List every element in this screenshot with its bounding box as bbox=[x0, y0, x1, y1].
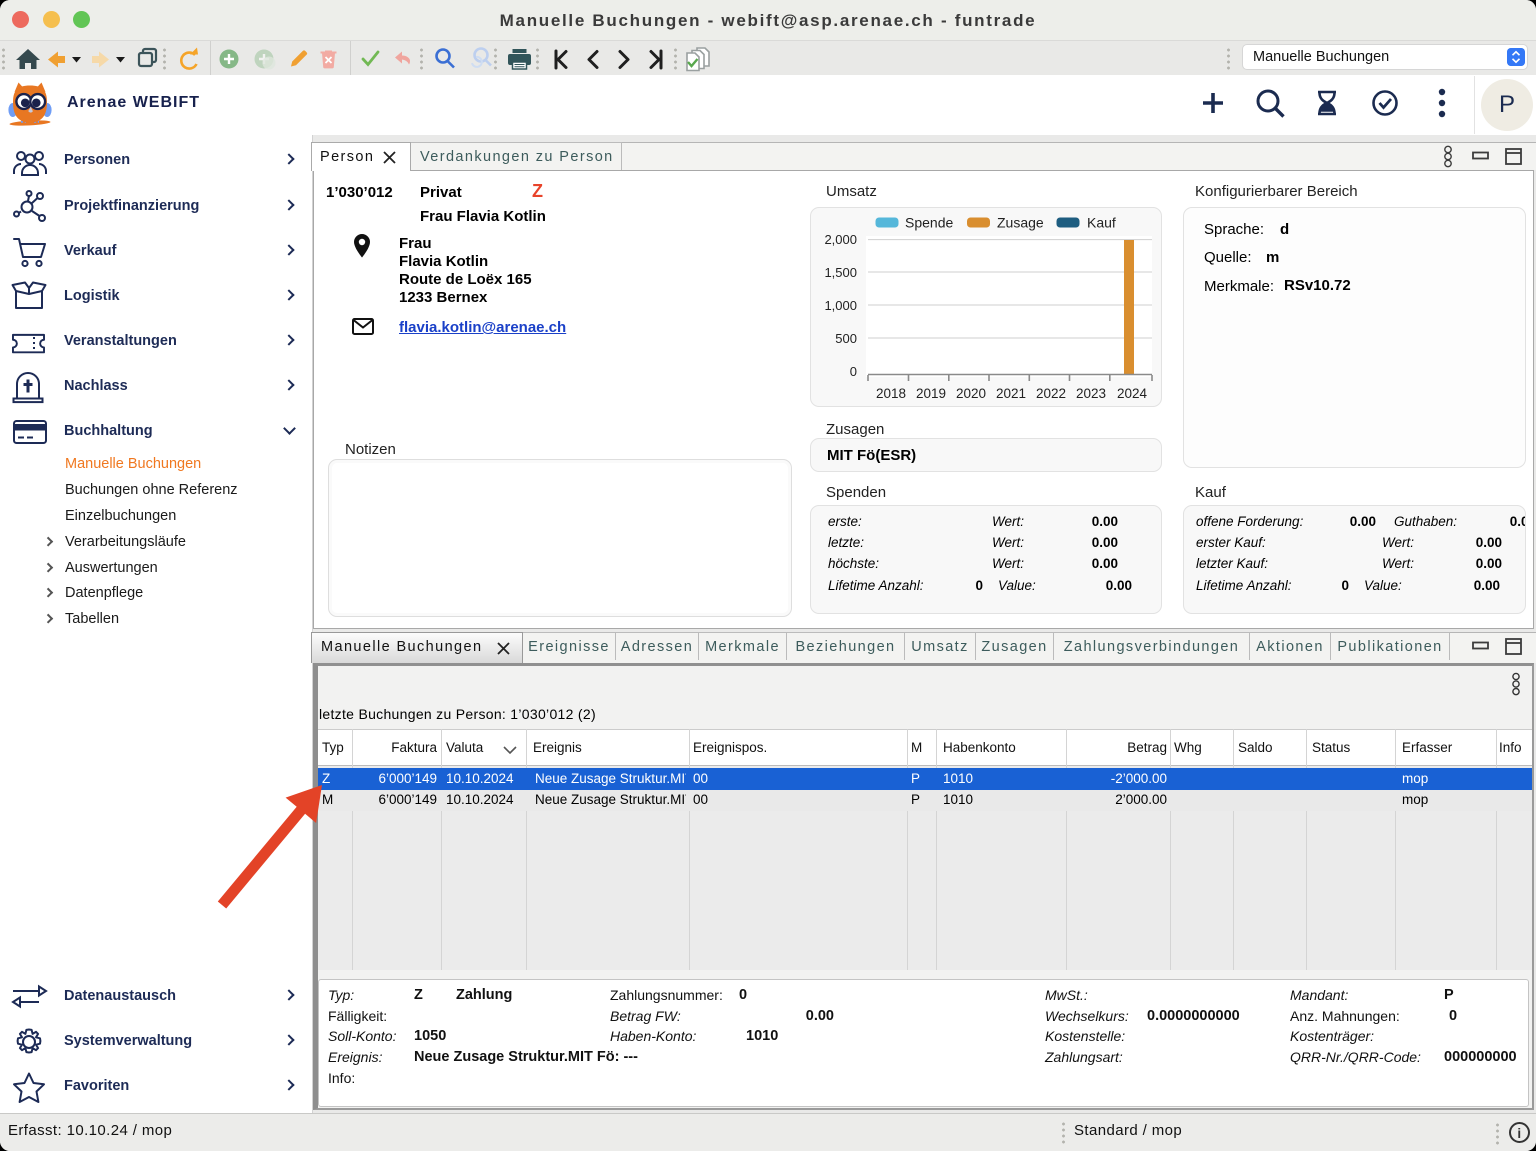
svg-text:2022: 2022 bbox=[1036, 386, 1066, 401]
svg-text:2019: 2019 bbox=[916, 386, 946, 401]
svg-text:1,500: 1,500 bbox=[824, 265, 857, 280]
svg-text:500: 500 bbox=[835, 331, 857, 346]
svg-text:Kauf: Kauf bbox=[1087, 215, 1116, 231]
svg-text:Spende: Spende bbox=[905, 215, 953, 231]
svg-text:2021: 2021 bbox=[996, 386, 1026, 401]
svg-text:2024: 2024 bbox=[1117, 386, 1148, 401]
svg-text:2,000: 2,000 bbox=[824, 232, 857, 247]
svg-text:2023: 2023 bbox=[1076, 386, 1106, 401]
svg-text:Zusage: Zusage bbox=[997, 215, 1044, 231]
svg-text:0: 0 bbox=[850, 364, 857, 379]
svg-text:2020: 2020 bbox=[956, 386, 986, 401]
svg-text:2018: 2018 bbox=[876, 386, 906, 401]
svg-text:1,000: 1,000 bbox=[824, 298, 857, 313]
